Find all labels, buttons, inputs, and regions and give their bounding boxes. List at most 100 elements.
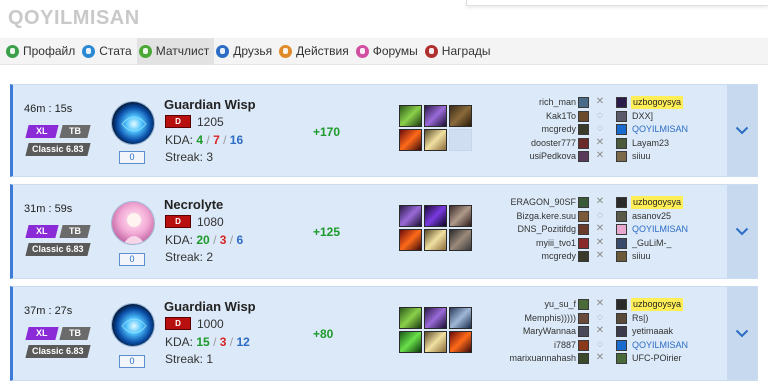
game-version-badge: Classic 6.83 xyxy=(25,345,91,358)
match-card[interactable]: 37m : 27s XL TB Classic 6.83 0 Guardian … xyxy=(10,286,758,381)
tab-forums[interactable]: Форумы xyxy=(354,38,423,65)
hero-name[interactable]: Necrolyte xyxy=(164,197,223,212)
player-row: Memphis))))) ◌ Rs|) xyxy=(483,312,703,326)
hero-icon xyxy=(616,97,627,108)
player-name-right[interactable]: uzbogoysya xyxy=(631,96,684,109)
tab-friends[interactable]: Друзья xyxy=(214,38,277,65)
player-name-right[interactable]: UFC-POirier xyxy=(632,352,682,365)
assists: 12 xyxy=(236,335,250,349)
tab-actions[interactable]: Действия xyxy=(277,38,354,65)
item-slot xyxy=(424,307,447,329)
item-slot xyxy=(449,205,472,227)
mmr-change: +170 xyxy=(313,125,341,139)
item-slot xyxy=(399,229,422,251)
profile-tabs: Профайл Стата Матчлист Друзья Действия Ф… xyxy=(0,37,768,65)
player-name-left[interactable]: yu_su_f xyxy=(544,298,576,311)
player-name-right[interactable]: asanov25 xyxy=(632,210,671,223)
player-name-right[interactable]: _GuLiM-_ xyxy=(632,237,672,250)
tab-label: Награды xyxy=(441,44,491,58)
hero-icon xyxy=(616,339,627,351)
versus-icon: ◌ xyxy=(597,109,603,121)
tab-label: Действия xyxy=(296,44,349,58)
player-rating: 1080 xyxy=(197,215,224,229)
match-duration: 37m : 27s xyxy=(24,305,73,317)
item-slot xyxy=(449,105,472,127)
player-name-left[interactable]: rich_man xyxy=(539,96,576,109)
expand-match-button[interactable] xyxy=(727,85,757,176)
player-name-right[interactable]: QOYILMISAN xyxy=(632,339,688,352)
player-name-right[interactable]: DXX] xyxy=(632,110,653,123)
player-name-left[interactable]: MaryWannaa xyxy=(523,325,576,338)
player-name-right[interactable]: QOYILMISAN xyxy=(632,223,688,236)
hero-icon xyxy=(616,137,627,149)
item-slot xyxy=(399,307,422,329)
player-row: Kak1To ◌ DXX] xyxy=(483,110,703,124)
player-row: usiPedkova ✕ siiuu xyxy=(483,150,703,164)
hero-icon xyxy=(578,299,589,310)
player-name-left[interactable]: Memphis))))) xyxy=(525,312,577,325)
tab-matchlist[interactable]: Матчлист xyxy=(136,37,215,65)
player-name-right[interactable]: siiuu xyxy=(632,150,651,163)
profile-header: QOYILMISAN xyxy=(0,0,768,38)
item-build xyxy=(399,307,475,353)
item-build xyxy=(399,205,475,251)
player-name-left[interactable]: DNS_Pozitifdg xyxy=(517,223,576,236)
tab-label: Стата xyxy=(99,44,132,58)
versus-icon: ✕ xyxy=(595,196,605,207)
versus-icon: ✕ xyxy=(595,223,605,234)
item-slot-empty xyxy=(449,129,472,151)
player-name-left[interactable]: Bizga.kere.suu xyxy=(516,210,576,223)
hero-icon xyxy=(578,312,589,324)
tab-stats[interactable]: Стата xyxy=(80,38,136,65)
hero-icon xyxy=(578,353,589,364)
hero-icon xyxy=(578,110,589,122)
hero-avatar xyxy=(111,201,155,245)
versus-icon: ✕ xyxy=(595,325,605,336)
player-name-left[interactable]: dooster777 xyxy=(531,137,576,150)
match-card[interactable]: 46m : 15s XL TB Classic 6.83 0 Guardian … xyxy=(10,84,758,177)
tab-label: Форумы xyxy=(372,44,418,58)
kills: 20 xyxy=(196,233,210,247)
player-name-left[interactable]: marixuannahash xyxy=(509,352,576,365)
kda-stat: KDA: 4 / 7 / 16 xyxy=(165,133,244,147)
player-name-right[interactable]: Rs|) xyxy=(632,312,648,325)
match-card[interactable]: 31m : 59s XL TB Classic 6.83 0 Necrolyte… xyxy=(10,184,758,279)
friends-icon xyxy=(216,44,230,58)
player-name-right[interactable]: yetimaaak xyxy=(632,325,673,338)
profile-icon xyxy=(6,44,19,58)
player-name-left[interactable]: i7887 xyxy=(554,339,576,352)
player-name-right[interactable]: QOYILMISAN xyxy=(632,123,688,136)
item-slot xyxy=(424,331,447,353)
player-name-right[interactable]: uzbogoysya xyxy=(631,298,684,311)
mode-tag-tb: TB xyxy=(59,125,91,138)
tab-awards[interactable]: Награды xyxy=(423,38,496,65)
hero-level-box: 0 xyxy=(119,151,145,164)
item-slot xyxy=(424,205,447,227)
expand-match-button[interactable] xyxy=(727,287,757,380)
versus-icon: ✕ xyxy=(595,352,605,363)
match-players: ERAGON_90SF ✕ uzbogoysya Bizga.kere.suu ◌ as… xyxy=(483,196,703,264)
tab-label: Друзья xyxy=(233,44,273,58)
player-name-left[interactable]: ERAGON_90SF xyxy=(510,196,576,209)
player-name-right[interactable]: Layam23 xyxy=(632,137,669,150)
deaths: 3 xyxy=(219,233,227,247)
player-name-left[interactable]: myiii_tvo1 xyxy=(536,237,576,250)
hero-icon xyxy=(578,97,589,108)
hero-icon xyxy=(578,237,589,249)
player-name-left[interactable]: usiPedkova xyxy=(529,150,576,163)
item-slot xyxy=(399,129,422,151)
player-name-left[interactable]: Kak1To xyxy=(546,110,576,123)
expand-match-button[interactable] xyxy=(727,185,757,278)
hero-name[interactable]: Guardian Wisp xyxy=(164,299,256,314)
hero-icon xyxy=(578,137,589,149)
player-name-right[interactable]: siiuu xyxy=(632,250,651,263)
player-name-left[interactable]: mcgredy xyxy=(541,250,576,263)
hero-avatar xyxy=(111,303,155,347)
versus-icon: ◌ xyxy=(597,209,603,221)
hero-icon xyxy=(578,124,589,135)
hero-name[interactable]: Guardian Wisp xyxy=(164,97,256,112)
tab-profile[interactable]: Профайл xyxy=(4,38,80,65)
player-row: yu_su_f ✕ uzbogoysya xyxy=(483,298,703,312)
player-name-left[interactable]: mcgredy xyxy=(541,123,576,136)
player-name-right[interactable]: uzbogoysya xyxy=(631,196,684,209)
